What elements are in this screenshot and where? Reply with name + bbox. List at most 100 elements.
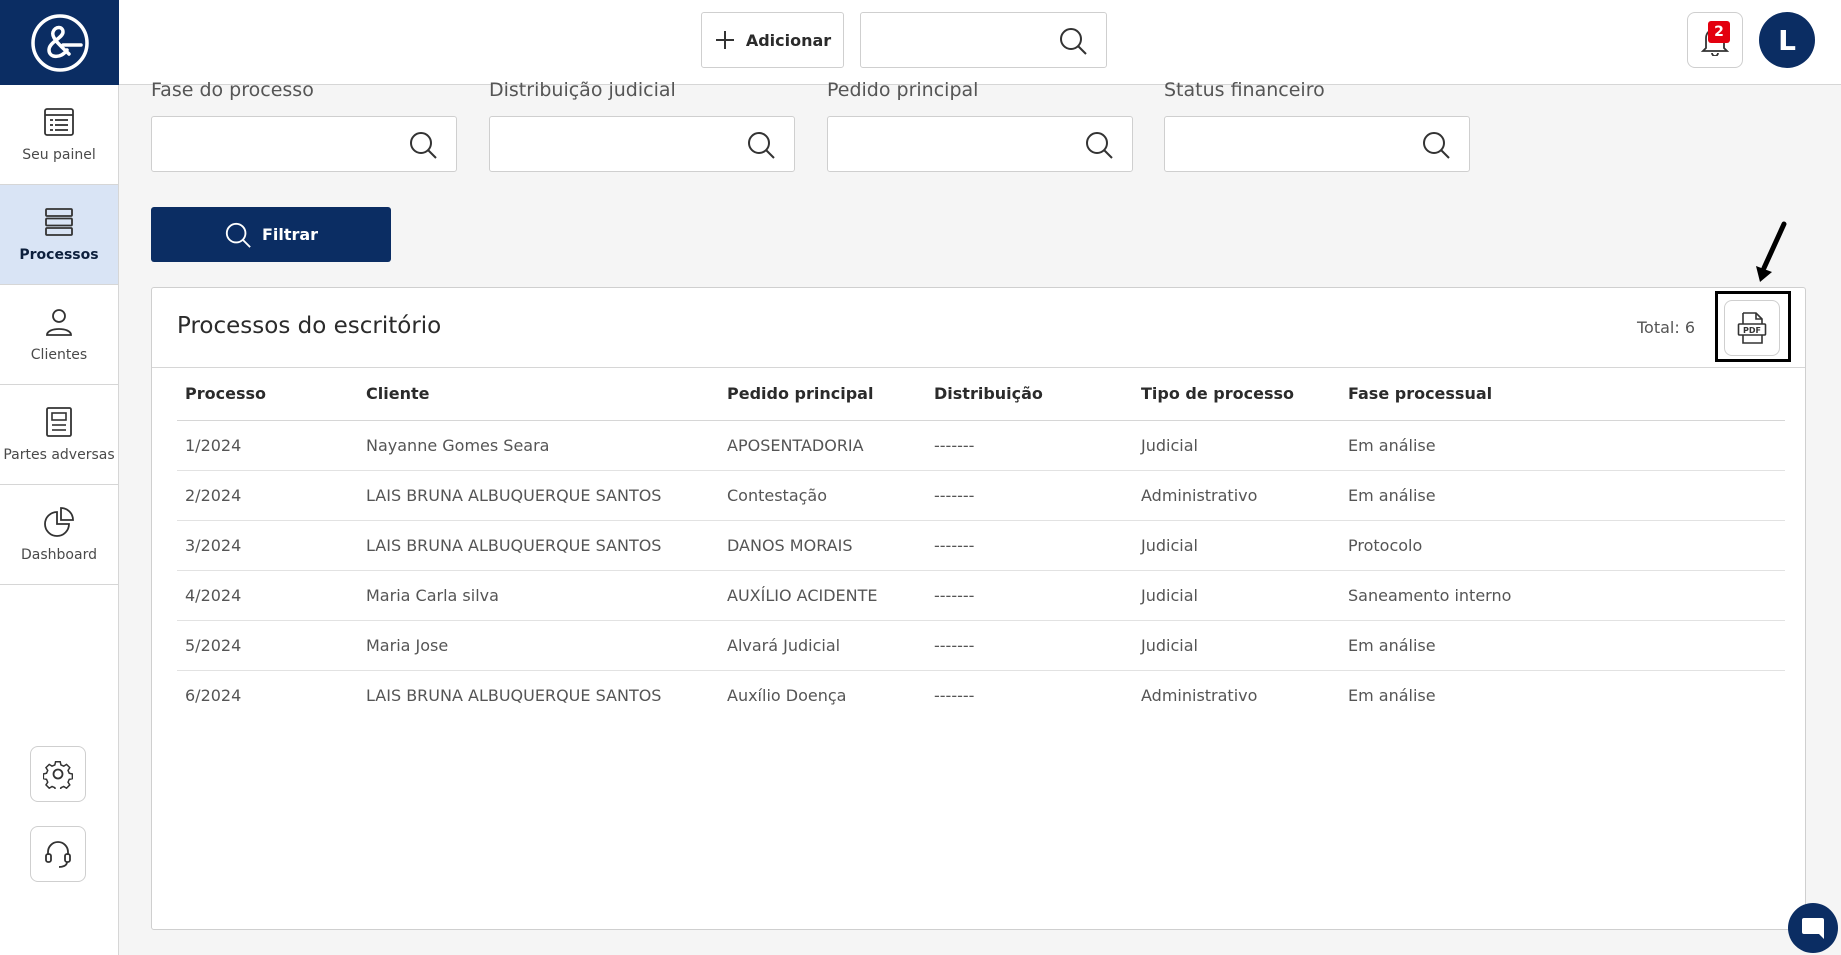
table-cell: -------	[934, 685, 975, 705]
status-financeiro-input[interactable]	[1164, 116, 1470, 172]
total-count: Total: 6	[1636, 318, 1695, 337]
table-cell: Em análise	[1340, 470, 1785, 521]
table-cell: Judicial	[1133, 570, 1340, 621]
user-icon	[43, 306, 75, 338]
list-icon	[43, 106, 75, 138]
table-cell: Protocolo	[1340, 520, 1785, 571]
processes-panel: Processos do escritório Total: 6 PDF Pro…	[151, 287, 1806, 930]
table-cell: Alvará Judicial	[719, 620, 926, 671]
filter-button[interactable]: Filtrar	[151, 207, 391, 262]
table-cell: LAIS BRUNA ALBUQUERQUE SANTOS	[358, 520, 719, 571]
table-row[interactable]: 6/2024 LAIS BRUNA ALBUQUERQUE SANTOS Aux…	[177, 670, 1785, 720]
sidebar-item-label: Processos	[19, 247, 99, 263]
table-cell: Em análise	[1340, 620, 1785, 671]
table-cell: LAIS BRUNA ALBUQUERQUE SANTOS	[358, 470, 719, 521]
table-cell: 1/2024	[177, 420, 358, 471]
column-header[interactable]: Pedido principal	[719, 368, 926, 421]
pie-chart-icon	[43, 506, 75, 538]
annotation-arrow-icon	[1756, 221, 1787, 282]
chat-button[interactable]	[1788, 903, 1838, 953]
document-icon	[43, 406, 75, 438]
sidebar: Seu painel Processos Clientes Partes adv…	[0, 0, 119, 955]
table-header-row: Processo Cliente Pedido principal Distri…	[177, 368, 1785, 421]
sidebar-item-label: Clientes	[30, 347, 88, 363]
filter-label-pedido: Pedido principal	[827, 79, 979, 101]
table-row[interactable]: 5/2024 Maria Jose Alvará Judicial ------…	[177, 620, 1785, 671]
sidebar-item-seu-painel[interactable]: Seu painel	[0, 85, 118, 185]
table-cell: APOSENTADORIA	[719, 420, 926, 471]
table-cell: Auxílio Doença	[727, 685, 847, 705]
logo-icon	[30, 13, 89, 72]
table-cell: Em análise	[1340, 420, 1785, 471]
table-cell: 3/2024	[177, 520, 358, 571]
ampersand-logo[interactable]	[0, 0, 119, 85]
search-icon	[1084, 130, 1114, 164]
column-header[interactable]: Distribuição	[926, 368, 1133, 421]
table-cell: -------	[926, 470, 1133, 521]
filter-label-fase: Fase do processo	[151, 79, 314, 101]
table-cell: Judicial	[1133, 420, 1340, 471]
table-cell: 6/2024	[185, 685, 242, 705]
search-icon	[408, 130, 438, 164]
column-header[interactable]: Processo	[177, 368, 358, 421]
column-header[interactable]: Cliente	[358, 368, 719, 421]
table-cell: Nayanne Gomes Seara	[358, 420, 719, 471]
add-button-label: Adicionar	[745, 30, 832, 50]
sidebar-item-label: Seu painel	[22, 147, 96, 163]
table-row[interactable]: 3/2024 LAIS BRUNA ALBUQUERQUE SANTOS DAN…	[177, 520, 1785, 571]
stack-icon	[43, 206, 75, 238]
headset-icon	[45, 841, 71, 868]
plus-icon	[715, 31, 734, 49]
sidebar-item-label: Partes adversas	[3, 447, 115, 463]
table-cell: Administrativo	[1141, 685, 1258, 705]
table-row[interactable]: 4/2024 Maria Carla silva AUXÍLIO ACIDENT…	[177, 570, 1785, 621]
table-cell: 4/2024	[177, 570, 358, 621]
table-cell: 5/2024	[177, 620, 358, 671]
table-cell: Judicial	[1133, 520, 1340, 571]
table-cell: 2/2024	[177, 470, 358, 521]
filter-label-distribuicao: Distribuição judicial	[489, 79, 676, 101]
table-row[interactable]: 1/2024 Nayanne Gomes Seara APOSENTADORIA…	[177, 420, 1785, 471]
sidebar-item-clientes[interactable]: Clientes	[0, 285, 118, 385]
table-cell: Maria Jose	[358, 620, 719, 671]
search-icon	[225, 222, 251, 248]
annotation-highlight-box	[1715, 291, 1791, 362]
table-cell: DANOS MORAIS	[719, 520, 926, 571]
add-button[interactable]: Adicionar	[701, 12, 844, 68]
table-cell: Saneamento interno	[1340, 570, 1785, 621]
avatar[interactable]: L	[1759, 12, 1815, 68]
table-row[interactable]: 2/2024 LAIS BRUNA ALBUQUERQUE SANTOS Con…	[177, 470, 1785, 521]
notification-badge: 2	[1708, 21, 1730, 43]
fase-do-processo-input[interactable]	[151, 116, 457, 172]
table-cell: Contestação	[719, 470, 926, 521]
topbar: Adicionar 2 L	[119, 0, 1841, 85]
sidebar-item-dashboard[interactable]: Dashboard	[0, 485, 118, 585]
panel-header: Processos do escritório Total: 6 PDF	[152, 288, 1805, 368]
column-header[interactable]: Tipo de processo	[1133, 368, 1340, 421]
column-header[interactable]: Fase processual	[1340, 368, 1785, 421]
table-cell: -------	[926, 420, 1133, 471]
sidebar-item-partes-adversas[interactable]: Partes adversas	[0, 385, 118, 485]
pedido-principal-input[interactable]	[827, 116, 1133, 172]
table-cell: -------	[926, 520, 1133, 571]
table-cell: -------	[926, 570, 1133, 621]
processes-table: Processo Cliente Pedido principal Distri…	[177, 368, 1785, 720]
sidebar-item-label: Dashboard	[21, 547, 97, 563]
search-icon	[746, 130, 776, 164]
gear-icon	[43, 761, 73, 789]
support-button[interactable]	[30, 826, 86, 882]
chat-bubble-icon	[1802, 918, 1824, 939]
table-cell: LAIS BRUNA ALBUQUERQUE SANTOS	[366, 685, 662, 705]
table-cell: Maria Carla silva	[358, 570, 719, 621]
filter-label-status: Status financeiro	[1164, 79, 1325, 101]
search-icon	[1058, 26, 1088, 60]
table-cell: -------	[926, 620, 1133, 671]
distribuicao-judicial-input[interactable]	[489, 116, 795, 172]
notifications-button[interactable]: 2	[1687, 12, 1743, 68]
search-icon	[1421, 130, 1451, 164]
table-cell: Administrativo	[1133, 470, 1340, 521]
global-search-input[interactable]	[860, 12, 1107, 68]
table-cell: Em análise	[1348, 685, 1436, 705]
settings-button[interactable]	[30, 746, 86, 802]
sidebar-item-processos[interactable]: Processos	[0, 185, 118, 285]
